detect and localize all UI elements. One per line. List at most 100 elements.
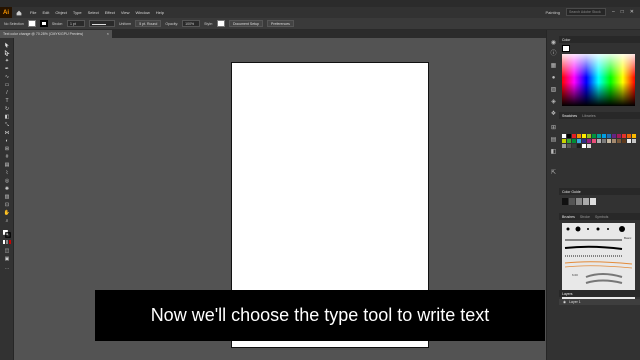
rectangle-tool-icon[interactable]: ▭	[3, 82, 11, 88]
swatch[interactable]	[627, 139, 631, 143]
layer-row[interactable]: ◉ Layer 1	[559, 299, 640, 305]
transform-icon[interactable]: ⊞	[549, 125, 558, 132]
close-tab-icon[interactable]: ×	[107, 31, 109, 36]
tab-brushes[interactable]: Brushes	[562, 215, 575, 219]
maximize-button[interactable]: □	[621, 9, 624, 15]
width-tool-icon[interactable]: ⋈	[3, 130, 11, 136]
document-setup-button[interactable]: Document Setup	[228, 20, 264, 27]
document-tab[interactable]: Text color change @ 70.28% (CMYK/GPU Pre…	[0, 30, 112, 38]
swatch[interactable]	[587, 134, 591, 138]
align-icon[interactable]: ▤	[549, 137, 558, 144]
stroke-swatch[interactable]	[39, 20, 48, 27]
opacity-input[interactable]: 100%	[182, 20, 201, 27]
swatch[interactable]	[567, 139, 571, 143]
drawing-modes-icon[interactable]: ◫	[3, 248, 11, 254]
pathfinder-icon[interactable]: ◧	[549, 149, 558, 156]
opacity-label[interactable]: Opacity:	[165, 22, 178, 26]
color-guide-harmony[interactable]	[562, 198, 635, 205]
blend-tool-icon[interactable]: ◎	[3, 178, 11, 184]
preferences-button[interactable]: Preferences	[267, 20, 294, 27]
swatch[interactable]	[592, 139, 596, 143]
menu-select[interactable]: Select	[88, 10, 99, 15]
zoom-tool-icon[interactable]: ⌕	[3, 218, 11, 224]
tab-color-guide[interactable]: Color Guide	[562, 190, 581, 194]
swatch[interactable]	[632, 139, 636, 143]
swatch[interactable]	[572, 144, 576, 148]
fill-swatch[interactable]	[27, 20, 36, 27]
swatch[interactable]	[577, 139, 581, 143]
variable-width-profile[interactable]	[88, 20, 115, 27]
swatch[interactable]	[617, 139, 621, 143]
brush-definition[interactable]: 5 pt. Round	[135, 20, 162, 27]
menu-file[interactable]: File	[30, 10, 36, 15]
minimize-button[interactable]: –	[612, 9, 615, 15]
eyedropper-tool-icon[interactable]: ⌇	[3, 170, 11, 176]
curvature-tool-icon[interactable]: ∿	[3, 74, 11, 80]
menu-type[interactable]: Type	[73, 10, 82, 15]
tab-stroke[interactable]: Stroke	[580, 215, 590, 219]
swatch[interactable]	[632, 134, 636, 138]
swatch[interactable]	[582, 144, 586, 148]
navigator-icon[interactable]: ●	[549, 75, 558, 82]
menu-edit[interactable]: Edit	[42, 10, 49, 15]
swatch[interactable]	[567, 144, 571, 148]
brush-library-list[interactable]	[562, 223, 635, 299]
swatch[interactable]	[562, 134, 566, 138]
swatch[interactable]	[627, 134, 631, 138]
artboard-tool-icon[interactable]: ⊡	[3, 202, 11, 208]
menu-object[interactable]: Object	[55, 10, 67, 15]
hand-tool-icon[interactable]: ✋	[3, 210, 11, 216]
fill-stroke-icon[interactable]	[3, 230, 11, 238]
graph-tool-icon[interactable]: ▥	[3, 194, 11, 200]
info-icon[interactable]: ⓘ	[549, 51, 558, 58]
swatch[interactable]	[562, 139, 566, 143]
edit-toolbar-icon[interactable]: ⋯	[3, 266, 11, 272]
tab-color[interactable]: Color	[562, 38, 570, 42]
tab-symbols[interactable]: Symbols	[595, 215, 608, 219]
paintbrush-tool-icon[interactable]: /	[3, 90, 11, 96]
gradient-tool-icon[interactable]: ▤	[3, 162, 11, 168]
properties-icon[interactable]: ◉	[549, 40, 558, 47]
swatch[interactable]	[597, 134, 601, 138]
direct-selection-tool-icon[interactable]	[3, 49, 11, 56]
layer-name[interactable]: Layer 1	[569, 300, 581, 304]
perspective-grid-tool-icon[interactable]: ⊞	[3, 146, 11, 152]
workspace-switcher[interactable]: Painting	[546, 10, 560, 15]
swatch[interactable]	[612, 139, 616, 143]
swatch[interactable]	[572, 134, 576, 138]
swatch-grid[interactable]	[562, 134, 638, 148]
swatch[interactable]	[592, 134, 596, 138]
stock-search-input[interactable]: Search Adobe Stock	[565, 8, 606, 16]
swatch[interactable]	[577, 134, 581, 138]
symbol-sprayer-tool-icon[interactable]: ✺	[3, 186, 11, 192]
tab-libraries[interactable]: Libraries	[582, 114, 595, 118]
swatch[interactable]	[617, 134, 621, 138]
eraser-tool-icon[interactable]: ◧	[3, 114, 11, 120]
selection-tool-icon[interactable]	[3, 42, 11, 48]
swatch[interactable]	[607, 139, 611, 143]
color-mode-icon[interactable]	[3, 240, 11, 246]
swatch[interactable]	[562, 144, 566, 148]
layer-visibility-icon[interactable]: ◉	[563, 300, 566, 304]
swatch[interactable]	[587, 144, 591, 148]
swatch[interactable]	[622, 134, 626, 138]
screen-mode-icon[interactable]: ▣	[3, 256, 11, 262]
swatch[interactable]	[582, 134, 586, 138]
swatch[interactable]	[612, 134, 616, 138]
image-trace-icon[interactable]: ▨	[549, 87, 558, 94]
color-spectrum[interactable]	[562, 54, 635, 106]
pen-tool-icon[interactable]: ✒	[3, 66, 11, 72]
menu-view[interactable]: View	[121, 10, 130, 15]
close-window-button[interactable]: ✕	[630, 9, 634, 15]
shape-builder-tool-icon[interactable]: ◐	[3, 138, 11, 144]
appearance-icon[interactable]: ◈	[549, 99, 558, 106]
graphic-style-swatch[interactable]	[216, 20, 225, 27]
stroke-weight-input[interactable]: 1 pt	[66, 20, 85, 27]
color-fill-preview[interactable]	[562, 45, 570, 52]
tab-swatches[interactable]: Swatches	[562, 114, 577, 118]
swatch[interactable]	[602, 139, 606, 143]
menu-window[interactable]: Window	[135, 10, 149, 15]
magic-wand-tool-icon[interactable]: ✦	[3, 58, 11, 64]
menu-help[interactable]: Help	[156, 10, 164, 15]
mesh-tool-icon[interactable]: #	[3, 154, 11, 160]
